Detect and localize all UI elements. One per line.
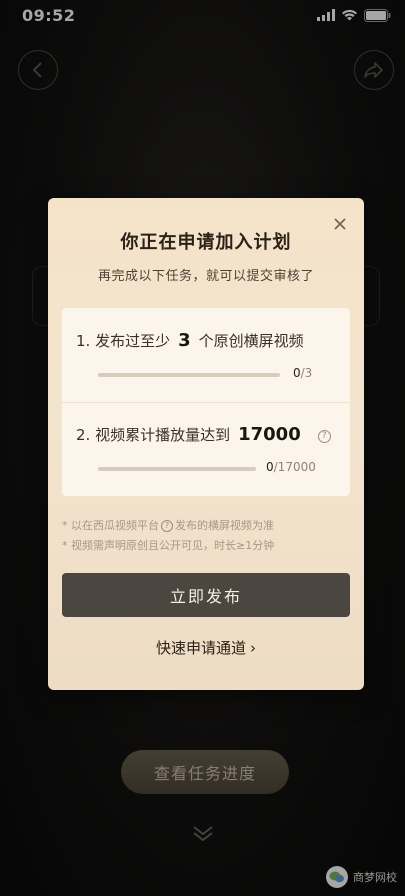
task-text: 1. 发布过至少 3 个原创横屏视频 — [76, 330, 304, 351]
question-icon[interactable]: ? — [161, 520, 173, 532]
fast-apply-label: 快速申请通道 — [155, 639, 246, 657]
note-text: * 视频需声明原创且公开可见，时长≥1分钟 — [62, 539, 275, 552]
apply-plan-modal: 你正在申请加入计划 再完成以下任务，就可以提交审核了 1. 发布过至少 3 个原… — [48, 198, 364, 690]
progress-current: 0 — [293, 366, 301, 380]
note-text: * 以在西瓜视频平台 — [62, 519, 159, 532]
publish-now-label: 立即发布 — [169, 587, 242, 606]
note-line: * 视频需声明原创且公开可见，时长≥1分钟 — [62, 536, 274, 556]
task-suffix: 个原创横屏视频 — [198, 332, 304, 350]
chevron-right-icon: › — [250, 638, 256, 657]
progress-total: /17000 — [273, 460, 316, 474]
fast-apply-link[interactable]: 快速申请通道 › — [48, 637, 364, 658]
task-item-originals: 1. 发布过至少 3 个原创横屏视频 0/3 — [62, 308, 350, 402]
task-progress-count: 0/17000 — [266, 460, 316, 474]
task-target-number: 3 — [178, 330, 191, 351]
task-list: 1. 发布过至少 3 个原创横屏视频 0/3 2. 视频累计播放量达到 1700… — [62, 308, 350, 496]
modal-title: 你正在申请加入计划 — [120, 232, 292, 253]
note-line: * 以在西瓜视频平台 ? 发布的横屏视频为准 — [62, 516, 274, 536]
progress-current: 0 — [266, 460, 274, 474]
note-text: 发布的横屏视频为准 — [175, 519, 274, 532]
publish-now-button[interactable]: 立即发布 — [62, 573, 350, 617]
progress-total: /3 — [300, 366, 313, 380]
task-progress-count: 0/3 — [293, 366, 312, 380]
question-icon[interactable]: ? — [317, 429, 331, 443]
task-item-views: 2. 视频累计播放量达到 17000 ? 0/17000 — [62, 402, 350, 496]
task-prefix: 2. 视频累计播放量达到 — [76, 426, 231, 444]
task-progress-bar — [98, 373, 280, 377]
task-progress-bar — [98, 467, 256, 471]
modal-subtitle: 再完成以下任务，就可以提交审核了 — [97, 269, 314, 284]
task-notes: * 以在西瓜视频平台 ? 发布的横屏视频为准 * 视频需声明原创且公开可见，时长… — [62, 516, 274, 556]
task-text: 2. 视频累计播放量达到 17000 ? — [76, 424, 331, 445]
task-target-number: 17000 — [238, 424, 301, 445]
task-prefix: 1. 发布过至少 — [76, 332, 171, 350]
